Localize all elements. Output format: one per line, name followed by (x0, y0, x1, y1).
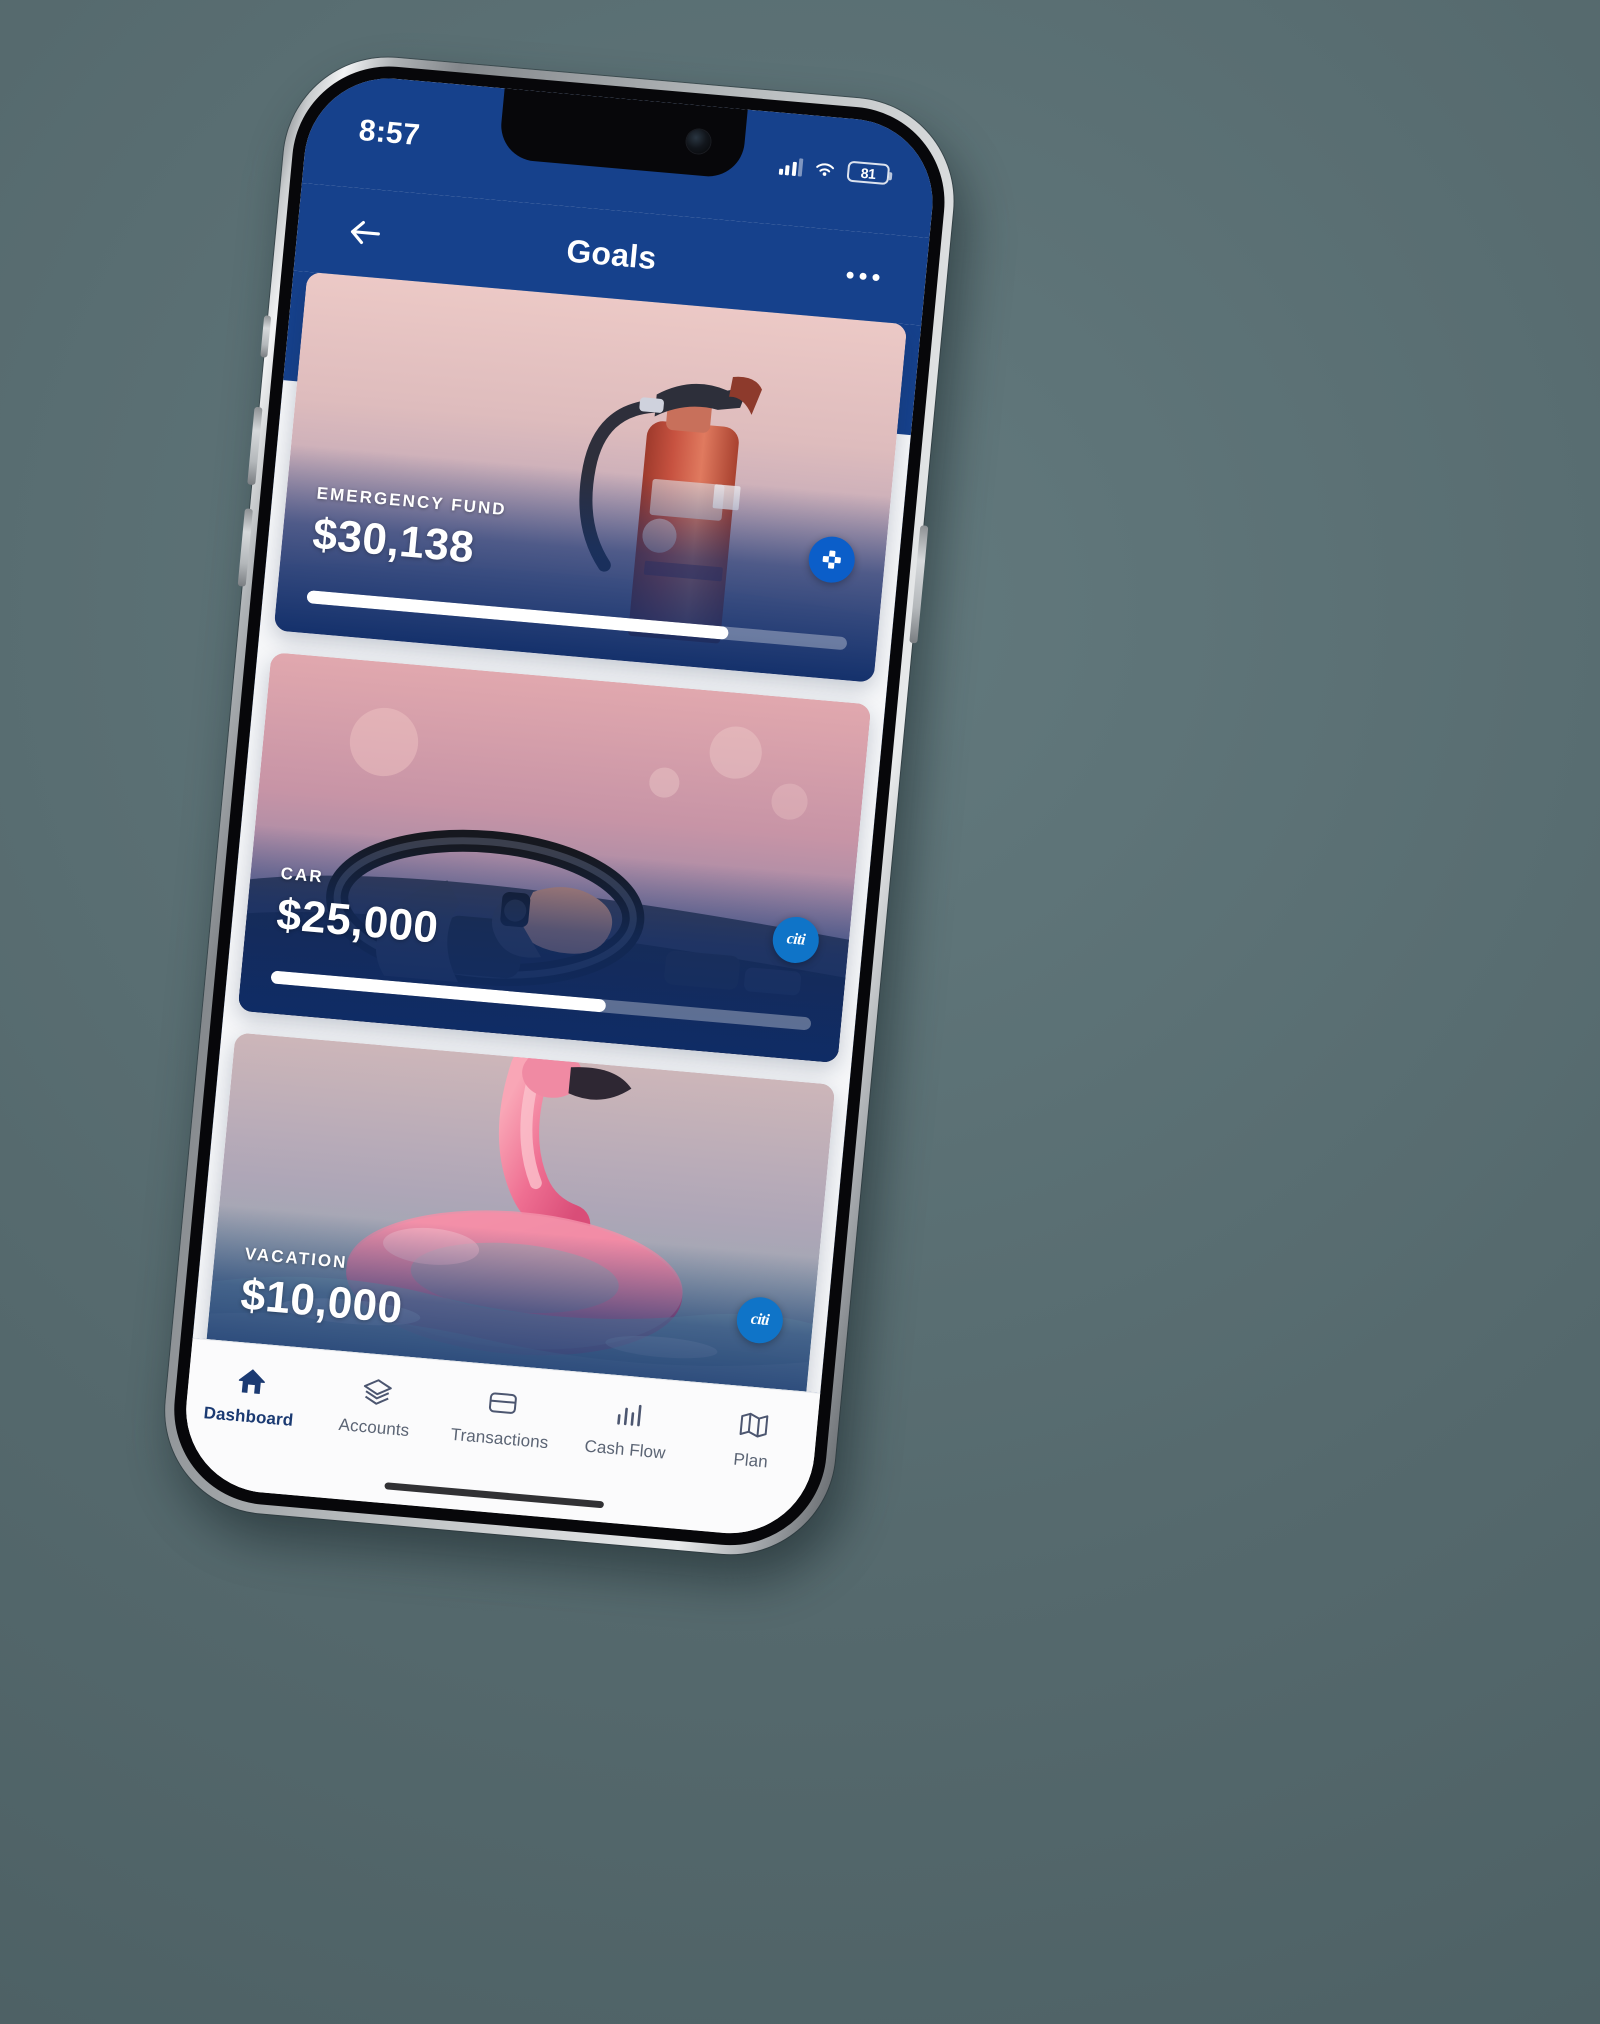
tab-plan[interactable]: Plan (687, 1403, 818, 1477)
battery-icon: 81 (846, 160, 891, 186)
front-camera-icon (685, 128, 712, 155)
goal-card-car[interactable]: CAR $25,000 citi (237, 652, 872, 1064)
home-indicator[interactable] (384, 1482, 605, 1509)
goals-scroll-area[interactable]: EMERGENCY FUND $30,138 CAR $25,000 citi … (192, 270, 922, 1393)
layers-icon (360, 1374, 395, 1411)
tab-label: Plan (732, 1449, 769, 1472)
tab-dashboard[interactable]: Dashboard (185, 1359, 316, 1433)
wifi-icon (816, 162, 835, 176)
map-icon (736, 1407, 771, 1444)
goal-card-vacation[interactable]: VACATION $10,000 citi (201, 1032, 836, 1393)
cellular-signal-icon (778, 156, 804, 177)
tab-accounts[interactable]: Accounts (310, 1370, 441, 1444)
goal-card-list: EMERGENCY FUND $30,138 CAR $25,000 citi … (193, 271, 922, 1393)
phone-screen: 8:57 81 Goals EMERGENCY FUND $30,138 CAR… (178, 71, 940, 1541)
goal-info-vacation: VACATION $10,000 (239, 1244, 407, 1334)
tab-label: Transactions (449, 1424, 550, 1453)
citi-logo-text: citi (750, 1310, 770, 1330)
home-icon (234, 1363, 269, 1400)
tab-label: Dashboard (202, 1403, 295, 1430)
bar-chart-icon (611, 1396, 646, 1433)
goal-card-emergency-fund[interactable]: EMERGENCY FUND $30,138 (273, 271, 908, 683)
card-icon (485, 1385, 520, 1422)
tab-cash-flow[interactable]: Cash Flow (561, 1392, 692, 1466)
status-indicators: 81 (778, 155, 891, 186)
status-time: 8:57 (357, 113, 422, 153)
citi-logo-text: citi (786, 930, 806, 949)
tab-label: Accounts (337, 1414, 411, 1441)
tab-label: Cash Flow (583, 1436, 667, 1463)
battery-level: 81 (860, 164, 877, 182)
phone-mockup: 8:57 81 Goals EMERGENCY FUND $30,138 CAR… (153, 48, 991, 1593)
tab-transactions[interactable]: Transactions (436, 1381, 567, 1455)
goal-info-car: CAR $25,000 (275, 864, 443, 954)
back-arrow-icon[interactable] (341, 209, 389, 257)
